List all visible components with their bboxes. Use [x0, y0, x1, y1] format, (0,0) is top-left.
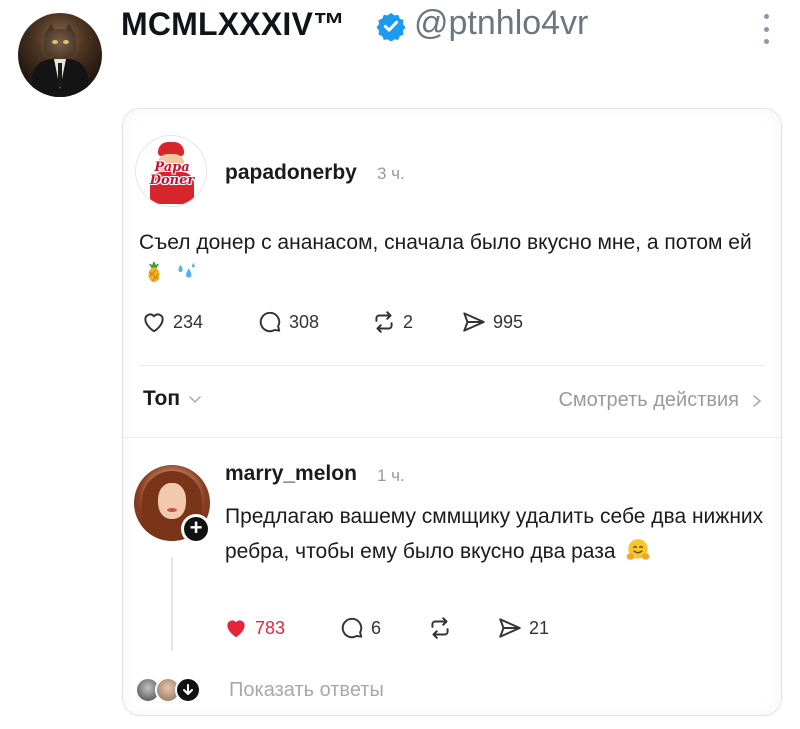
sort-label: Топ: [143, 387, 181, 410]
reply-text-content: Предлагаю вашему сммщику удалить себе дв…: [225, 505, 764, 563]
author-handle[interactable]: @ptnhlo4vr: [414, 4, 588, 43]
more-vertical-icon[interactable]: [760, 14, 772, 44]
reply-text: Предлагаю вашему сммщику удалить себе дв…: [225, 499, 773, 569]
plus-icon: +: [184, 517, 208, 541]
chevron-down-icon: [189, 396, 201, 404]
comment-icon: [341, 617, 363, 639]
thread-line: [171, 557, 173, 651]
divider: [139, 365, 765, 366]
reply-like-count: 783: [255, 617, 286, 638]
section-divider: [123, 437, 781, 438]
reply-timestamp: 1 ч.: [377, 466, 405, 485]
post-text-content: Съел донер с ананасом, сначала было вкус…: [139, 231, 752, 254]
heart-filled-icon: [227, 620, 245, 638]
sweat-droplets-icon: [178, 262, 195, 278]
follow-plus-button[interactable]: +: [181, 514, 211, 544]
comment-button[interactable]: 308: [257, 309, 319, 335]
view-actions-link[interactable]: Смотреть действия: [558, 389, 763, 412]
post-username[interactable]: papadonerby: [225, 161, 357, 185]
reply-share-button[interactable]: 21: [497, 615, 549, 641]
reply-repost-button[interactable]: [427, 615, 459, 641]
post-text: Съел донер с ананасом, сначала было вкус…: [139, 227, 759, 289]
show-replies-button[interactable]: Показать ответы: [229, 679, 384, 702]
reply-like-button[interactable]: 783: [223, 615, 285, 641]
author-display-name[interactable]: MCMLXXXIV™: [121, 6, 345, 43]
reply-comment-button[interactable]: 6: [339, 615, 381, 641]
like-count: 234: [173, 311, 204, 332]
like-button[interactable]: 234: [141, 309, 203, 335]
send-icon: [463, 312, 485, 332]
repost-icon: [431, 617, 449, 639]
repost-icon: [375, 311, 393, 333]
smiling-face-with-open-hands-icon: [627, 539, 650, 560]
reply-share-count: 21: [529, 617, 550, 638]
arrow-down-icon: [175, 677, 201, 703]
comment-icon: [259, 311, 281, 333]
pineapple-icon: [148, 261, 160, 283]
verified-badge-icon: [376, 12, 406, 41]
repost-count: 2: [403, 311, 414, 332]
reply-username[interactable]: marry_melon: [225, 462, 357, 486]
papadoner-logo: Papa Doner: [149, 160, 195, 188]
send-icon: [499, 618, 521, 638]
author-avatar[interactable]: [18, 13, 102, 97]
repost-button[interactable]: 2: [371, 309, 413, 335]
reply-avatars[interactable]: [135, 677, 209, 703]
papadoner-avatar[interactable]: Papa Doner: [135, 135, 207, 207]
heart-icon: [144, 313, 164, 333]
share-button[interactable]: 995: [461, 309, 523, 335]
reply-comment-count: 6: [371, 617, 382, 638]
post-timestamp: 3 ч.: [377, 164, 405, 183]
view-actions-label: Смотреть действия: [558, 389, 739, 411]
embedded-post-card: Papa Doner papadonerby 3 ч. Съел донер с …: [122, 108, 782, 716]
share-count: 995: [493, 311, 524, 332]
chevron-right-icon: [753, 394, 762, 407]
sort-dropdown[interactable]: Топ: [143, 387, 202, 411]
comment-count: 308: [289, 311, 320, 332]
